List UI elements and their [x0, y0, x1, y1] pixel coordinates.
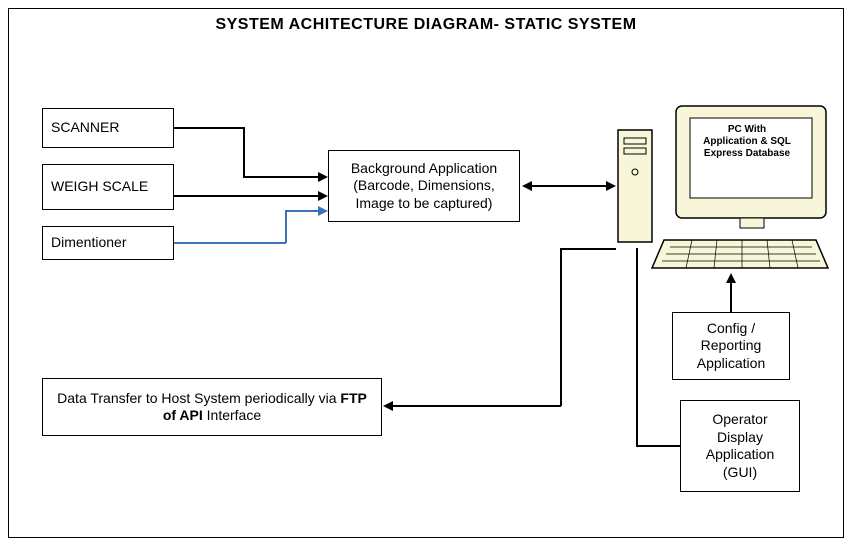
edge-bg-pc	[530, 185, 608, 187]
diagram-title: SYSTEM ACHITECTURE DIAGRAM- STATIC SYSTE…	[0, 16, 852, 34]
data-transfer-text: Data Transfer to Host System periodicall…	[51, 390, 373, 425]
node-dimentioner: Dimentioner	[42, 226, 174, 260]
arrow-weigh	[318, 191, 328, 201]
edge-dim-v	[285, 210, 287, 243]
diagram-canvas: SYSTEM ACHITECTURE DIAGRAM- STATIC SYSTE…	[0, 0, 852, 546]
arrow-config	[726, 273, 736, 283]
node-background-application: Background Application (Barcode, Dimensi…	[328, 150, 520, 222]
data-transfer-suffix: Interface	[203, 407, 261, 423]
edge-dim-h1	[174, 242, 286, 244]
edge-scanner-h2	[243, 176, 320, 178]
arrow-bg-pc-r	[606, 181, 616, 191]
edge-dt-top	[560, 248, 616, 250]
edge-op-v	[636, 248, 638, 446]
edge-dim-h2	[285, 210, 320, 212]
node-config-reporting: Config / Reporting Application	[672, 312, 790, 380]
arrow-bg-pc-l	[522, 181, 532, 191]
arrow-dt	[383, 401, 393, 411]
edge-weigh	[174, 195, 320, 197]
edge-op-h	[636, 445, 680, 447]
edge-scanner-v	[243, 127, 245, 177]
edge-config	[730, 282, 732, 312]
data-transfer-prefix: Data Transfer to Host System periodicall…	[57, 390, 340, 406]
node-scanner: SCANNER	[42, 108, 174, 148]
node-pc-label: PC With Application & SQL Express Databa…	[700, 124, 794, 160]
node-operator-display: Operator Display Application (GUI)	[680, 400, 800, 492]
node-data-transfer: Data Transfer to Host System periodicall…	[42, 378, 382, 436]
edge-scanner	[174, 127, 244, 129]
arrow-scanner	[318, 172, 328, 182]
edge-dt-v	[560, 248, 562, 406]
arrow-dim	[318, 206, 328, 216]
node-weigh-scale: WEIGH SCALE	[42, 164, 174, 210]
edge-dt-h	[392, 405, 561, 407]
